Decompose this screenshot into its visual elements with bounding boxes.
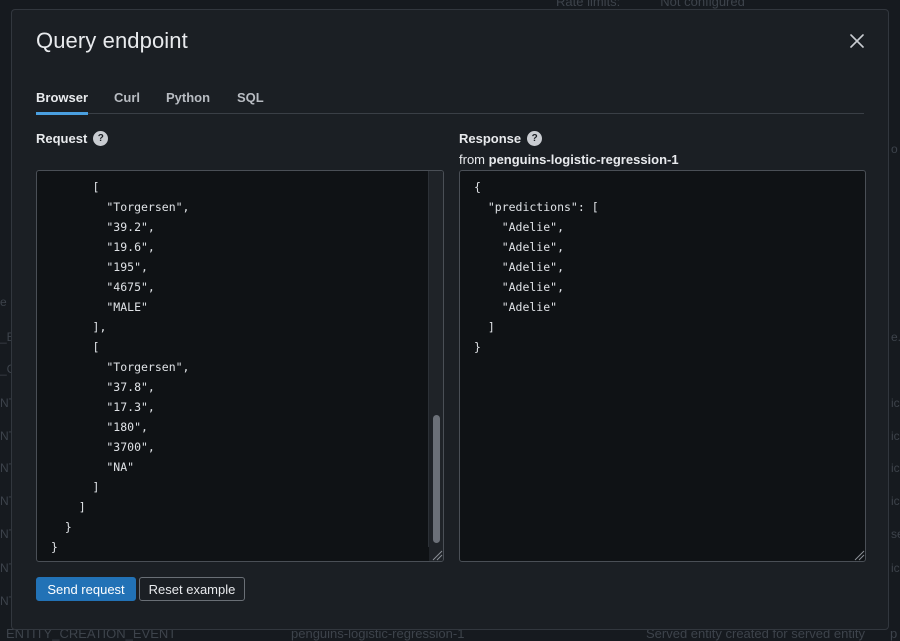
code-line: "NA": [51, 460, 135, 474]
reset-example-button[interactable]: Reset example: [139, 577, 245, 601]
bg-right-fragment: ic: [891, 461, 900, 475]
code-line: "MALE": [51, 300, 148, 314]
active-tab-indicator: [36, 112, 88, 115]
bg-rate-limits: Rate limits: Not configured: [556, 0, 745, 9]
modal-title: Query endpoint: [36, 28, 188, 53]
request-help-icon[interactable]: ?: [93, 131, 109, 146]
code-line: {: [474, 180, 481, 194]
response-code: { "predictions": [ "Adelie", "Adelie", "…: [460, 171, 865, 363]
code-line: "Adelie": [474, 300, 558, 314]
code-line: "17.3",: [51, 400, 155, 414]
code-line: "Torgersen",: [51, 200, 190, 214]
tab-curl[interactable]: Curl: [114, 90, 140, 105]
code-line: }: [474, 340, 481, 354]
code-line: "39.2",: [51, 220, 155, 234]
bg-right-fragment: e.: [891, 330, 900, 344]
endpoint-name: penguins-logistic-regression-1: [488, 152, 679, 167]
tab-python[interactable]: Python: [166, 90, 210, 105]
request-editor[interactable]: [ "Torgersen", "39.2", "19.6", "195", "4…: [36, 170, 444, 562]
bg-right-fragment: ic: [891, 396, 900, 410]
bg-left-fragment: e: [0, 295, 7, 309]
code-line: ]: [474, 320, 495, 334]
response-resize-handle[interactable]: [851, 547, 865, 561]
code-line: "predictions": [: [474, 200, 599, 214]
code-line: "Adelie",: [474, 260, 565, 274]
code-line: "Adelie",: [474, 240, 565, 254]
code-line: ],: [51, 320, 107, 334]
response-label: Response: [459, 131, 522, 146]
code-line: [: [51, 180, 100, 194]
request-code: [ "Torgersen", "39.2", "19.6", "195", "4…: [37, 171, 443, 561]
code-line: }: [51, 540, 58, 554]
code-line: "195",: [51, 260, 148, 274]
bg-right-fragment: ic: [891, 429, 900, 443]
request-scroll-thumb[interactable]: [433, 415, 440, 543]
close-icon: [850, 34, 864, 48]
bg-right-fragment: ic: [891, 561, 900, 575]
request-scrollbar[interactable]: [428, 171, 443, 547]
code-line: "Torgersen",: [51, 360, 190, 374]
bg-event-trailing: p: [890, 626, 898, 641]
code-line: "Adelie",: [474, 280, 565, 294]
response-viewer[interactable]: { "predictions": [ "Adelie", "Adelie", "…: [459, 170, 866, 562]
response-heading: Response ?: [459, 131, 543, 146]
bg-rate-limits-value: Not configured: [660, 0, 745, 9]
bg-right-fragment: se: [891, 527, 900, 541]
code-line: "19.6",: [51, 240, 155, 254]
bg-right-fragment: ic: [891, 494, 900, 508]
bg-right-fragment: o: [891, 142, 898, 156]
resize-grip-icon: [854, 550, 865, 561]
tab-sql[interactable]: SQL: [237, 90, 264, 105]
from-prefix: from: [459, 152, 485, 167]
request-label: Request: [36, 131, 88, 146]
tab-bar: Browser Curl Python SQL: [36, 88, 864, 115]
bg-rate-limits-label: Rate limits:: [556, 0, 621, 9]
code-line: "180",: [51, 420, 148, 434]
code-line: "3700",: [51, 440, 155, 454]
code-line: "Adelie",: [474, 220, 565, 234]
code-line: [: [51, 340, 100, 354]
code-line: }: [51, 520, 72, 534]
request-heading: Request ?: [36, 131, 109, 146]
code-line: ]: [51, 500, 86, 514]
close-button[interactable]: [846, 30, 868, 52]
resize-handle[interactable]: [429, 547, 443, 561]
response-help-icon[interactable]: ?: [527, 131, 543, 146]
resize-grip-icon: [432, 550, 443, 561]
query-endpoint-modal: Query endpoint Browser Curl Python SQL R…: [11, 9, 889, 630]
code-line: ]: [51, 480, 100, 494]
tab-browser[interactable]: Browser: [36, 90, 88, 105]
code-line: "37.8",: [51, 380, 155, 394]
code-line: "4675",: [51, 280, 155, 294]
send-request-button[interactable]: Send request: [36, 577, 136, 601]
response-source: from penguins-logistic-regression-1: [459, 152, 679, 167]
